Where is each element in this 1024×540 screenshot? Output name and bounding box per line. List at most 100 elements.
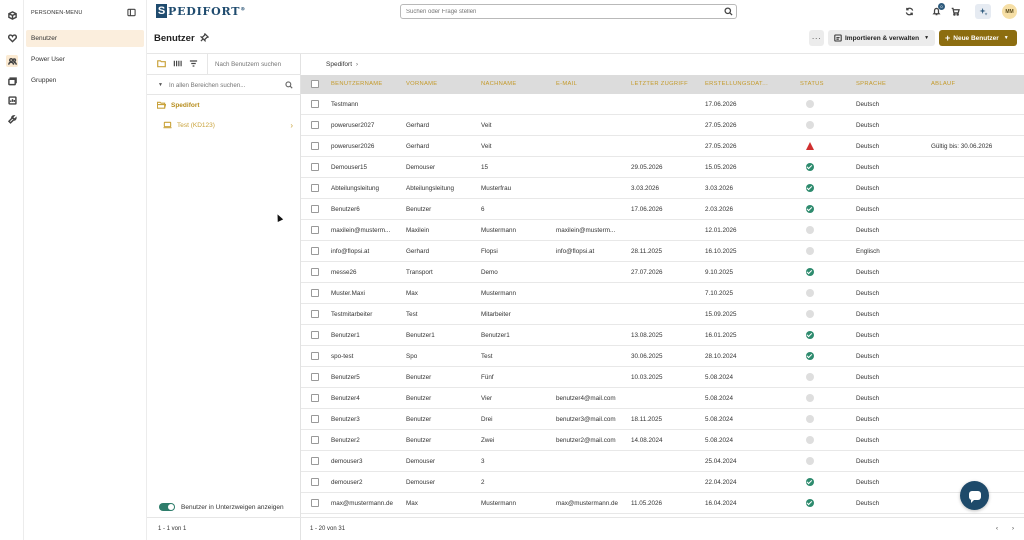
next-page-icon[interactable]: › bbox=[1012, 526, 1014, 532]
column-header-expiry[interactable]: ABLAUF bbox=[931, 81, 955, 87]
global-search-input[interactable] bbox=[401, 5, 711, 18]
table-row[interactable]: Muster.Maxi Max Mustermann 7.10.2025 Deutsch bbox=[301, 283, 1024, 304]
row-checkbox[interactable] bbox=[311, 142, 319, 150]
column-header-username[interactable]: BENUTZERNAME bbox=[331, 81, 383, 87]
folder-view-icon[interactable] bbox=[157, 59, 167, 69]
table-row[interactable]: Testmann 17.06.2026 Deutsch bbox=[301, 94, 1024, 115]
search-icon[interactable] bbox=[724, 7, 733, 16]
table-row[interactable]: Benutzer5 Benutzer Fünf 10.03.2025 5.08.2024… bbox=[301, 367, 1024, 388]
row-checkbox[interactable] bbox=[311, 394, 319, 402]
menu-item-benutzer[interactable]: Benutzer bbox=[26, 30, 144, 47]
more-options-button[interactable]: ··· bbox=[809, 30, 824, 46]
row-checkbox[interactable] bbox=[311, 226, 319, 234]
sidebar-collapse-icon[interactable] bbox=[127, 8, 136, 17]
cell-language: Deutsch bbox=[856, 458, 880, 465]
cell-created: 27.05.2026 bbox=[705, 143, 737, 150]
tree-node-test[interactable]: Test (KD123) › bbox=[163, 118, 293, 132]
table-row[interactable]: Benutzer3 Benutzer Drei benutzer3@mail.com 1… bbox=[301, 409, 1024, 430]
caret-down-icon[interactable]: ▼ bbox=[158, 82, 163, 88]
column-header-firstname[interactable]: VORNAME bbox=[406, 81, 437, 87]
menu-item-power-user[interactable]: Power User bbox=[26, 51, 144, 68]
tools-icon[interactable] bbox=[6, 113, 18, 125]
table-row[interactable]: Demouser15 Demouser 15 29.05.2026 15.05.2026… bbox=[301, 157, 1024, 178]
column-header-created[interactable]: ERSTELLUNGSDAT... bbox=[705, 81, 768, 87]
row-checkbox[interactable] bbox=[311, 121, 319, 129]
column-header-lastname[interactable]: NACHNAME bbox=[481, 81, 517, 87]
row-checkbox[interactable] bbox=[311, 352, 319, 360]
cell-lastname: Drei bbox=[481, 416, 493, 423]
cell-username: Testmitarbeiter bbox=[331, 311, 373, 318]
row-checkbox[interactable] bbox=[311, 310, 319, 318]
table-row[interactable]: maxilein@musterm... Maxilein Mustermann max… bbox=[301, 220, 1024, 241]
table-row[interactable]: Benutzer2 Benutzer Zwei benutzer2@mail.com 1… bbox=[301, 430, 1024, 451]
table-row[interactable]: max@mustermann.de Max Mustermann max@muster… bbox=[301, 493, 1024, 514]
cell-language: Deutsch bbox=[856, 479, 880, 486]
filter-icon[interactable] bbox=[189, 59, 199, 69]
table-row[interactable]: Benutzer6 Benutzer 6 17.06.2026 2.03.2026 Deu… bbox=[301, 199, 1024, 220]
search-icon[interactable] bbox=[285, 81, 294, 90]
row-checkbox[interactable] bbox=[311, 436, 319, 444]
column-header-language[interactable]: SPRACHE bbox=[856, 81, 886, 87]
row-checkbox[interactable] bbox=[311, 163, 319, 171]
breadcrumb-item[interactable]: Spedifort bbox=[326, 61, 352, 68]
table-row[interactable]: poweruser2027 Gerhard Veit 27.05.2026 Deutsc… bbox=[301, 115, 1024, 136]
previous-page-icon[interactable]: ‹ bbox=[996, 526, 998, 532]
table-row[interactable]: demouser2 Demouser 2 22.04.2024 Deutsch bbox=[301, 472, 1024, 493]
table-row[interactable]: info@flopsi.at Gerhard Flopsi info@flopsi.a… bbox=[301, 241, 1024, 262]
cell-language: Deutsch bbox=[856, 500, 880, 507]
pin-icon[interactable] bbox=[199, 32, 210, 43]
row-checkbox[interactable] bbox=[311, 268, 319, 276]
table-row[interactable]: Abteilungsleitung Abteilungsleitung Muster… bbox=[301, 178, 1024, 199]
row-checkbox[interactable] bbox=[311, 499, 319, 507]
table-row[interactable]: poweruser2026 Gerhard Veit 27.05.2026 Deutsc… bbox=[301, 136, 1024, 157]
heart-icon[interactable] bbox=[6, 32, 18, 44]
column-header-last-access[interactable]: LETZTER ZUGRIFF bbox=[631, 81, 688, 87]
user-search-input[interactable] bbox=[215, 58, 295, 70]
table-row[interactable]: Benutzer4 Benutzer Vier benutzer4@mail.com 5… bbox=[301, 388, 1024, 409]
row-checkbox[interactable] bbox=[311, 478, 319, 486]
table-row[interactable]: messe26 Transport Demo 27.07.2026 9.10.2025 D… bbox=[301, 262, 1024, 283]
chat-button[interactable] bbox=[960, 481, 989, 510]
notification-bell-icon[interactable]: 0 bbox=[931, 3, 945, 17]
cell-firstname: Benutzer bbox=[406, 395, 432, 402]
row-checkbox[interactable] bbox=[311, 373, 319, 381]
row-checkbox[interactable] bbox=[311, 184, 319, 192]
column-header-status[interactable]: STATUS bbox=[800, 81, 824, 87]
cart-icon[interactable] bbox=[950, 6, 961, 17]
select-all-checkbox[interactable] bbox=[311, 80, 319, 88]
row-checkbox[interactable] bbox=[311, 331, 319, 339]
spedifort-logo[interactable]: S PEDIFORT® bbox=[156, 4, 246, 18]
users-icon[interactable] bbox=[6, 55, 18, 67]
ai-assistant-button[interactable] bbox=[975, 4, 991, 19]
import-manage-button[interactable]: Importieren & verwalten ▼ bbox=[828, 30, 935, 46]
box-icon[interactable] bbox=[6, 9, 18, 21]
area-search-input[interactable] bbox=[169, 79, 279, 91]
table-row[interactable]: Testmitarbeiter Test Mitarbeiter 15.09.2025… bbox=[301, 304, 1024, 325]
row-checkbox[interactable] bbox=[311, 100, 319, 108]
cell-last-access: 10.03.2025 bbox=[631, 374, 663, 381]
report-icon[interactable] bbox=[6, 94, 18, 106]
row-checkbox[interactable] bbox=[311, 415, 319, 423]
table-row[interactable]: demouser3 Demouser 3 25.04.2024 Deutsch bbox=[301, 451, 1024, 472]
row-checkbox[interactable] bbox=[311, 457, 319, 465]
subbranch-toggle[interactable] bbox=[159, 503, 175, 511]
table-row[interactable]: spo-test Spo Test 30.06.2025 28.10.2024 Deuts… bbox=[301, 346, 1024, 367]
user-avatar[interactable]: MM bbox=[1002, 4, 1017, 19]
menu-item-gruppen[interactable]: Gruppen bbox=[26, 72, 144, 89]
column-view-icon[interactable] bbox=[173, 59, 183, 69]
new-user-button[interactable]: + Neue Benutzer ▼ bbox=[939, 30, 1017, 46]
chevron-right-icon[interactable]: › bbox=[356, 62, 358, 68]
row-checkbox[interactable] bbox=[311, 289, 319, 297]
status-inactive-icon bbox=[806, 373, 814, 381]
cell-lastname: Zwei bbox=[481, 437, 495, 444]
table-row[interactable]: Benutzer1 Benutzer1 Benutzer1 13.08.2025 16.… bbox=[301, 325, 1024, 346]
row-checkbox[interactable] bbox=[311, 247, 319, 255]
tree-node-spedifort[interactable]: Spedifort bbox=[157, 98, 200, 112]
folders-icon[interactable] bbox=[6, 75, 18, 87]
refresh-icon[interactable] bbox=[904, 6, 915, 17]
import-icon bbox=[834, 34, 842, 42]
row-checkbox[interactable] bbox=[311, 205, 319, 213]
column-header-email[interactable]: E-MAIL bbox=[556, 81, 577, 87]
cell-lastname: 2 bbox=[481, 479, 485, 486]
chevron-right-icon[interactable]: › bbox=[290, 121, 293, 130]
